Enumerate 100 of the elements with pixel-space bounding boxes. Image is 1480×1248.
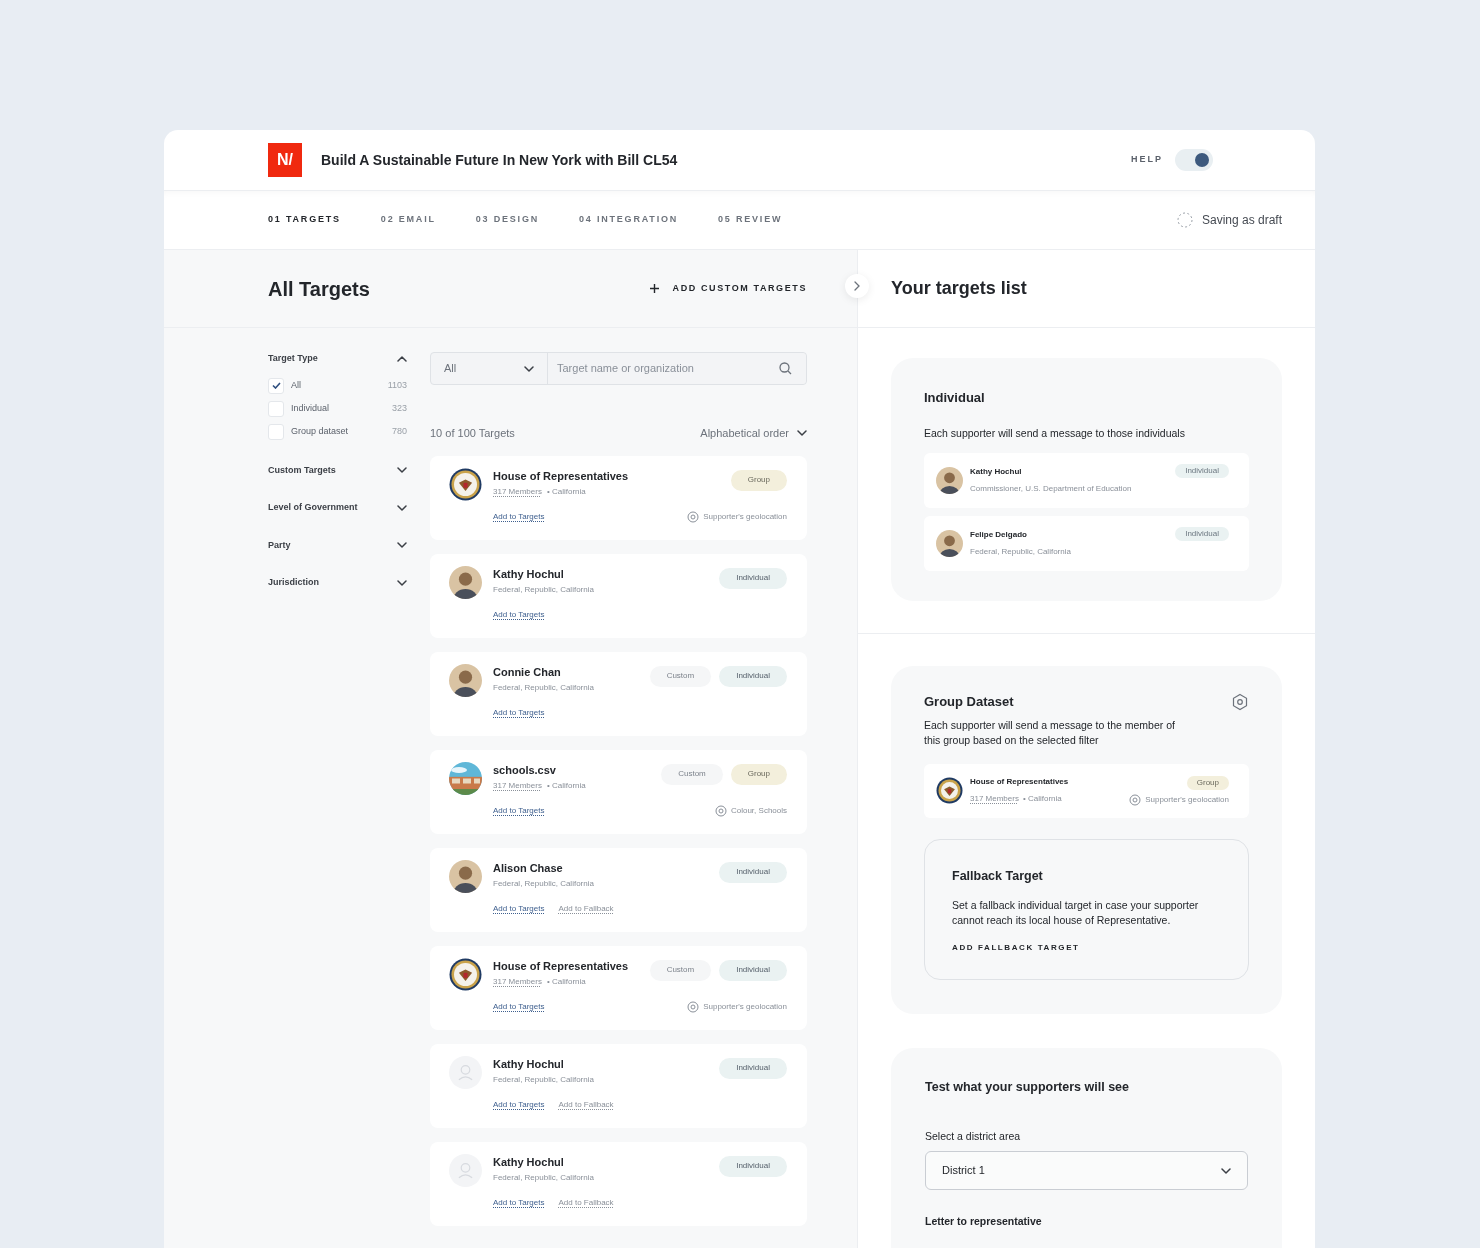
section-title: Your targets list: [891, 277, 1027, 300]
action-link[interactable]: Add to Targets: [493, 706, 545, 719]
collapse-button[interactable]: [845, 274, 869, 298]
option-count: 780: [391, 424, 407, 438]
filter-text: Supporter's geolocation: [1145, 793, 1229, 806]
avatar: [936, 467, 963, 495]
target-name: Kathy Hochul: [493, 1056, 565, 1072]
chevron-down-icon: [797, 430, 807, 437]
chevron-down-icon: [1221, 1167, 1231, 1174]
tag: Custom: [649, 959, 712, 981]
target-subtitle: Federal, Republic, California: [493, 583, 594, 596]
filter-header[interactable]: Party: [268, 538, 407, 552]
step-tab[interactable]: 01 TARGETS: [268, 213, 341, 227]
target-name: House of Representatives: [970, 776, 1070, 789]
seal-icon: [936, 777, 963, 805]
action-link[interactable]: Add to Fallback: [558, 902, 614, 915]
check-icon: [271, 382, 281, 389]
step-tab[interactable]: 02 EMAIL: [380, 213, 436, 227]
target-icon: [687, 510, 700, 523]
seal-icon: [449, 957, 482, 991]
help-toggle[interactable]: [1175, 149, 1213, 171]
card-title: Fallback Target: [952, 867, 1044, 885]
location-text: • California: [1022, 793, 1062, 806]
avatar: [449, 859, 482, 893]
action-link[interactable]: Add to Targets: [493, 804, 545, 817]
target-subtitle: Federal, Republic, California: [970, 546, 1072, 559]
sort-dropdown[interactable]: Alphabetical order: [700, 425, 807, 442]
option-count: 323: [391, 401, 407, 415]
tag: Individual: [1175, 464, 1229, 479]
avatar-placeholder-icon: [449, 1055, 482, 1089]
option-count: 1103: [387, 378, 407, 392]
checkbox-label: Individual: [291, 401, 330, 415]
plus-icon: [648, 283, 660, 294]
action-link[interactable]: Add to Fallback: [558, 1098, 614, 1111]
step-tab[interactable]: 05 REVIEW: [718, 213, 783, 227]
tag: Individual: [719, 861, 787, 883]
spinner-icon: [1176, 212, 1193, 228]
add-custom-targets-button[interactable]: ADD CUSTOM TARGETS: [648, 281, 807, 296]
checkbox-label: All: [291, 378, 301, 392]
checkbox[interactable]: [268, 377, 284, 394]
target-name: Kathy Hochul: [970, 466, 1023, 479]
step-tab[interactable]: 03 DESIGN: [475, 213, 539, 227]
action-link[interactable]: Add to Targets: [493, 1000, 545, 1013]
chevron-right-icon: [854, 281, 860, 291]
checkbox-label: Group dataset: [291, 424, 349, 438]
action-link[interactable]: Add to Targets: [493, 902, 545, 915]
save-status: Saving as draft: [1201, 212, 1282, 229]
members-link[interactable]: 317 Members: [493, 975, 542, 988]
checkbox[interactable]: [268, 423, 284, 440]
filter-text: Supporter's geolocation: [703, 510, 787, 523]
target-name: Connie Chan: [493, 664, 562, 680]
seal-icon: [449, 467, 482, 501]
location-text: • California: [546, 779, 586, 792]
avatar: [936, 530, 963, 558]
step-tab[interactable]: 04 INTEGRATION: [579, 213, 679, 227]
action-link[interactable]: Add to Targets: [493, 510, 545, 523]
checkbox[interactable]: [268, 400, 284, 417]
avatar: [449, 663, 482, 697]
target-icon: [1129, 793, 1142, 806]
target-subtitle: Commissioner, U.S. Department of Education: [970, 483, 1133, 496]
target-icon: [687, 1000, 700, 1013]
target-name: Kathy Hochul: [493, 566, 565, 582]
district-select[interactable]: District 1: [925, 1151, 1248, 1190]
location-text: • California: [546, 485, 586, 498]
logo: N/: [268, 143, 302, 177]
add-fallback-button[interactable]: ADD FALLBACK TARGET: [952, 941, 1080, 954]
card-title: Group Dataset: [924, 693, 1014, 712]
help-label: HELP: [1131, 153, 1163, 167]
tag: Individual: [719, 959, 787, 981]
filter-header[interactable]: Custom Targets: [268, 463, 407, 477]
target-subtitle: Federal, Republic, California: [493, 877, 594, 890]
filter-header[interactable]: Jurisdiction: [268, 576, 407, 590]
card-title: Individual: [924, 389, 986, 407]
target-icon: [714, 804, 727, 817]
action-link[interactable]: Add to Targets: [493, 608, 545, 621]
tag: Group: [1186, 775, 1229, 790]
action-link[interactable]: Add to Targets: [493, 1196, 545, 1209]
filter-header[interactable]: Target Type: [268, 352, 407, 366]
card-description: Each supporter will send a message to those individuals: [924, 425, 1186, 441]
card-description: Set a fallback individual target in case your supporter cannot reach its local house of Representative.: [952, 897, 1200, 928]
members-link[interactable]: 317 Members: [970, 793, 1019, 806]
settings-icon: [1231, 693, 1249, 711]
target-name: schools.csv: [493, 762, 557, 778]
tag: Individual: [719, 665, 787, 687]
avatar: [449, 565, 482, 599]
action-link[interactable]: Add to Fallback: [558, 1196, 614, 1209]
tag: Custom: [661, 763, 723, 785]
card-description: Each supporter will send a message to the member of this group based on the selected filter: [924, 717, 1176, 748]
field-label: Select a district area: [925, 1129, 1022, 1145]
tag: Individual: [719, 1057, 787, 1079]
tag: Individual: [1175, 527, 1229, 542]
page-title: Build A Sustainable Future In New York with Bill CL54: [321, 150, 678, 170]
members-link[interactable]: 317 Members: [493, 779, 542, 792]
tag: Group: [730, 763, 787, 785]
filter-header[interactable]: Level of Government: [268, 501, 407, 515]
field-label: Letter to representative: [925, 1214, 1043, 1229]
members-link[interactable]: 317 Members: [493, 485, 542, 498]
tag: Custom: [649, 665, 712, 687]
target-subtitle: Federal, Republic, California: [493, 681, 594, 694]
action-link[interactable]: Add to Targets: [493, 1098, 545, 1111]
